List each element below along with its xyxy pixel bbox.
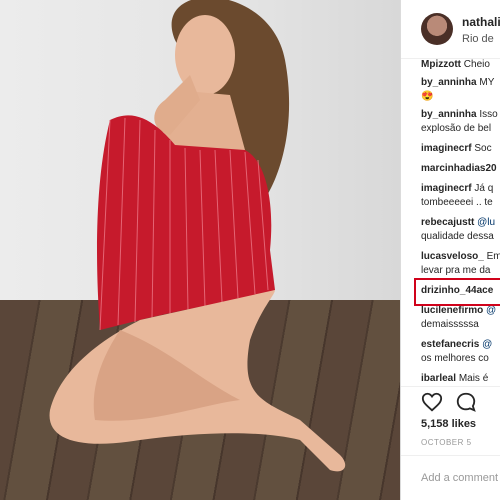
post-header: nathali Rio de	[401, 0, 500, 59]
heart-icon[interactable]	[421, 391, 443, 413]
comment-username[interactable]: ibarleal	[421, 373, 456, 384]
comment-username[interactable]: Mpizzott	[421, 59, 461, 70]
comment-row: os melhores co	[421, 352, 489, 365]
comment-row: rebecajustt @lu	[421, 216, 495, 229]
comment-username[interactable]: lucasveloso_	[421, 251, 484, 262]
comment-row: imaginecrf Soc	[421, 142, 492, 155]
post-date: OCTOBER 5	[421, 438, 472, 447]
like-count[interactable]: 5,158 likes	[421, 418, 476, 430]
comment-username[interactable]: marcinhadias20	[421, 163, 497, 174]
comment-row: imaginecrf Já q	[421, 182, 493, 195]
comment-text: os melhores co	[421, 353, 489, 364]
username-link[interactable]: nathali	[462, 15, 500, 29]
comment-username[interactable]: by_anninha	[421, 77, 477, 88]
comment-username[interactable]: imaginecrf	[421, 143, 472, 154]
comment-text: Soc	[474, 143, 492, 154]
comment-text: MY	[479, 77, 495, 88]
comment-text: explosão de bel	[421, 123, 492, 134]
add-comment-bar: Add a comment	[401, 455, 500, 500]
comment-row: by_anninha Isso	[421, 108, 498, 121]
comment-text: Cheio	[463, 59, 490, 70]
comment-row: lucasveloso_ Em	[421, 250, 500, 263]
action-bar	[401, 386, 500, 415]
comment-text: Mais é	[458, 373, 489, 384]
comment-row: Mpizzott Cheio	[421, 58, 490, 71]
comment-row: demaisssssa	[421, 318, 479, 331]
comment-text: Já q	[474, 183, 494, 194]
comment-text: @	[486, 305, 497, 316]
comment-username[interactable]: rebecajustt	[421, 217, 474, 228]
photo-figure	[49, 0, 346, 472]
comment-text: demaisssssa	[421, 319, 479, 330]
add-comment-input[interactable]: Add a comment	[421, 472, 498, 484]
comment-text: @lu	[477, 217, 496, 228]
comment-text: tombeeeeei .. te	[421, 197, 493, 208]
post-sidebar: nathali Rio de Mpizzott Cheio by_anninha …	[401, 0, 500, 500]
comment-row: estefanecris @	[421, 338, 492, 351]
comment-username[interactable]: lucilenefirmo	[421, 305, 483, 316]
comment-icon[interactable]	[455, 391, 477, 413]
comment-row: tombeeeeei .. te	[421, 196, 493, 209]
comment-row: ibarleal Mais é	[421, 372, 488, 385]
comment-username[interactable]: estefanecris	[421, 339, 479, 350]
comment-highlight-box	[414, 278, 500, 306]
comment-text: qualidade dessa	[421, 231, 494, 242]
comment-row: by_anninha MY	[421, 76, 494, 89]
comment-username[interactable]: by_anninha	[421, 109, 477, 120]
comment-text: levar pra me da	[421, 265, 491, 276]
comment-row: explosão de bel	[421, 122, 491, 135]
avatar[interactable]	[421, 13, 453, 45]
comment-text: 😍	[421, 91, 434, 102]
comment-row: 😍	[421, 90, 433, 103]
comment-username[interactable]: imaginecrf	[421, 183, 472, 194]
comment-row: marcinhadias20	[421, 162, 497, 175]
post-photo	[0, 0, 400, 500]
comment-row: qualidade dessa	[421, 230, 494, 243]
comment-row: levar pra me da	[421, 264, 490, 277]
comment-text: @	[482, 339, 493, 350]
location-link[interactable]: Rio de	[462, 33, 494, 45]
comment-text: Em	[486, 251, 500, 262]
comment-text: Isso	[479, 109, 498, 120]
